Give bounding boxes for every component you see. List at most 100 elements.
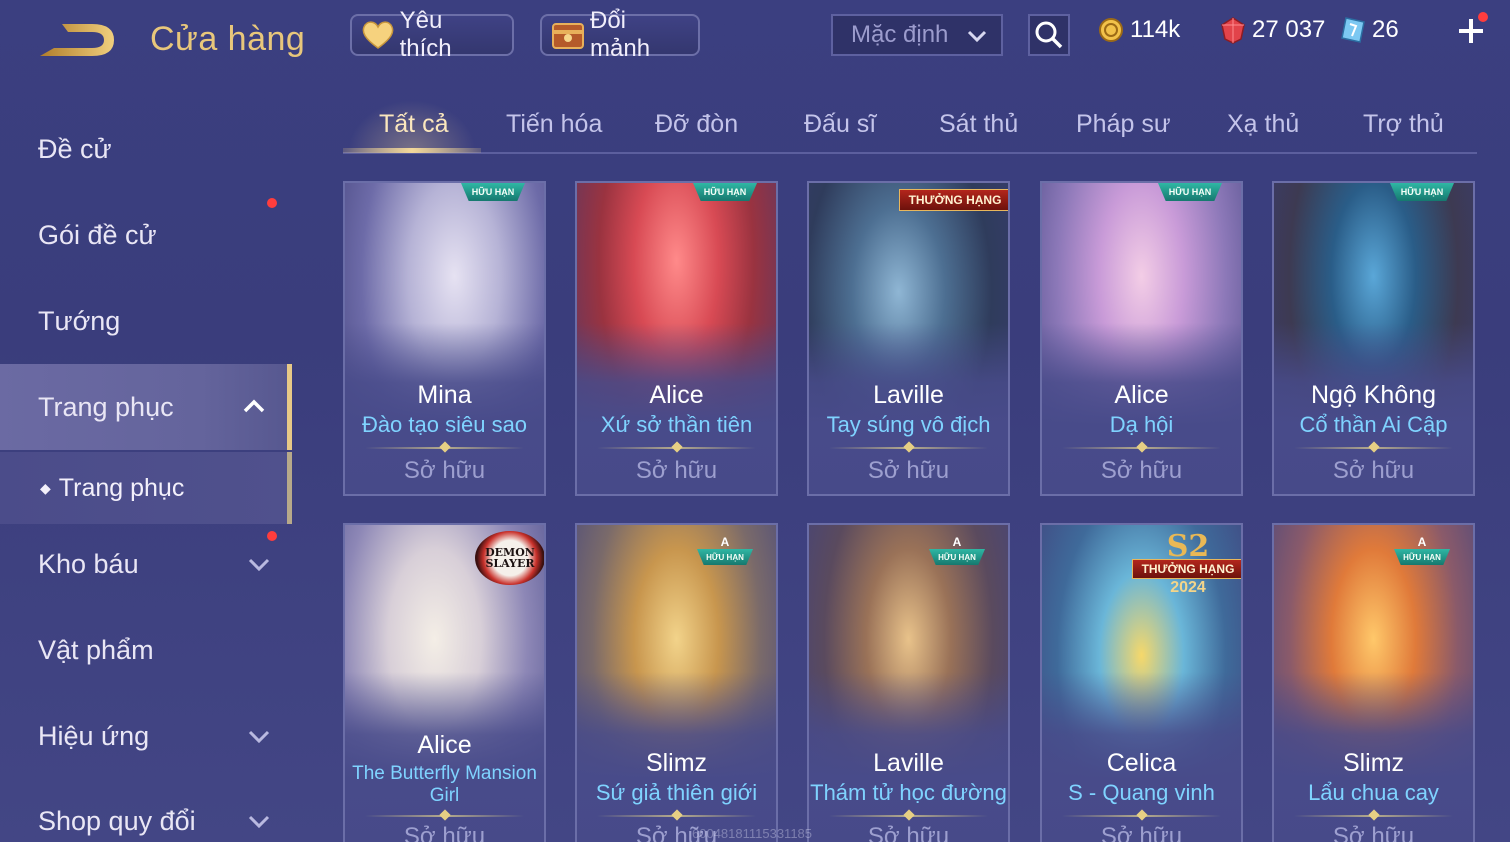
skin-card[interactable]: A HỮU HẠN Slimz Sứ giả thiên giới Sở hữu (575, 523, 778, 842)
skin-name: Dạ hội (1109, 412, 1174, 437)
sidebar-item-label: Tướng (38, 305, 121, 336)
sidebar-item-recommended-packs[interactable]: Gói đề cử (0, 192, 292, 278)
skin-name: Tay súng vô địch (826, 412, 991, 437)
sidebar-item-effects[interactable]: Hiệu ứng (0, 693, 292, 779)
skin-card[interactable]: S2 THƯỞNG HẠNG 2024 Celica S - Quang vin… (1040, 523, 1243, 842)
owned-status: Sở hữu (1332, 457, 1415, 484)
sidebar-item-label: Trang phục (58, 473, 185, 502)
grade-a-badge: A HỮU HẠN (1394, 535, 1450, 567)
exchange-label: Đổi mảnh (590, 7, 651, 62)
season-ranked-badge: S2 THƯỞNG HẠNG 2024 (1132, 529, 1241, 599)
user-id-watermark: 60048181115331185 (692, 826, 813, 841)
ranked-reward-badge: THƯỞNG HẠNG (899, 189, 1008, 211)
tab-fighter[interactable]: Đấu sĩ (804, 110, 876, 139)
voucher-amount: 26 (1372, 16, 1399, 43)
sidebar-item-recommended[interactable]: Đề cử (0, 106, 292, 192)
sort-value: Mặc định (851, 21, 949, 48)
sidebar-item-items[interactable]: Vật phẩm (0, 607, 292, 693)
skin-card[interactable]: DEMON SLAYER Alice The Butterfly Mansion… (343, 523, 546, 842)
sidebar: Đề cử Gói đề cử Tướng Trang phục ◆ Trang… (0, 100, 292, 842)
owned-status: Sở hữu (1332, 823, 1415, 842)
active-tab-underline (343, 148, 481, 153)
top-bar: Cửa hàng Yêu thích Đổi mảnh Mặc định 114… (0, 0, 1510, 72)
skin-name: Xứ sở thần tiên (600, 412, 753, 437)
sidebar-item-label: Kho báu (38, 548, 139, 579)
chevron-down-icon (248, 815, 270, 829)
sidebar-subitem-skins[interactable]: ◆ Trang phục (0, 452, 292, 524)
hero-name: Celica (1106, 749, 1177, 777)
gold-amount: 114k (1130, 16, 1181, 43)
search-button[interactable] (1028, 14, 1070, 56)
hero-name: Alice (1114, 381, 1169, 409)
owned-status: Sở hữu (867, 823, 950, 842)
limited-badge: HỮU HẠN (1390, 183, 1454, 201)
favorite-label: Yêu thích (399, 7, 452, 62)
chest-icon (550, 18, 586, 52)
exchange-fragments-button[interactable]: Đổi mảnh (540, 7, 700, 62)
grade-a-badge: A HỮU HẠN (929, 535, 985, 567)
hero-name: Ngộ Không (1310, 381, 1437, 409)
notification-dot (267, 198, 277, 208)
limited-badge: HỮU HẠN (461, 183, 525, 201)
back-arrow-icon[interactable] (36, 18, 118, 62)
skin-card[interactable]: A HỮU HẠN Laville Thám tử học đường Sở h… (807, 523, 1010, 842)
sidebar-item-label: Trang phục (38, 391, 174, 422)
tab-marksman[interactable]: Xạ thủ (1227, 110, 1299, 139)
skin-card[interactable]: HỮU HẠN Ngộ Không Cổ thần Ai Cập Sở hữu (1272, 181, 1475, 496)
grade-a-badge: A HỮU HẠN (697, 535, 753, 567)
limited-badge: HỮU HẠN (693, 183, 757, 201)
owned-status: Sở hữu (635, 457, 718, 484)
chevron-up-icon (243, 399, 265, 413)
chevron-down-icon (248, 558, 270, 572)
gold-coin-icon (1099, 18, 1123, 42)
search-icon (1035, 21, 1063, 49)
sidebar-item-label: Hiệu ứng (38, 720, 150, 751)
page-title: Cửa hàng (150, 20, 306, 58)
favorite-button[interactable]: Yêu thích (350, 7, 514, 62)
skin-card[interactable]: HỮU HẠN Alice Xứ sở thần tiên Sở hữu (575, 181, 778, 496)
tab-support[interactable]: Trợ thủ (1363, 110, 1444, 139)
sidebar-item-heroes[interactable]: Tướng (0, 278, 292, 364)
hero-name: Alice (417, 731, 472, 759)
skin-name: Lẩu chua cay (1308, 780, 1439, 805)
demon-slayer-logo: DEMON SLAYER (475, 531, 544, 585)
skin-card[interactable]: A HỮU HẠN Slimz Lẩu chua cay Sở hữu (1272, 523, 1475, 842)
tab-assassin[interactable]: Sát thủ (939, 110, 1018, 139)
hero-name: Laville (873, 749, 944, 777)
skin-name: Sứ giả thiên giới (595, 780, 758, 805)
sidebar-item-label: Đề cử (38, 133, 112, 164)
skin-card[interactable]: HỮU HẠN Alice Dạ hội Sở hữu (1040, 181, 1243, 496)
hero-name: Laville (873, 381, 944, 409)
voucher-ticket-icon (1341, 17, 1365, 43)
hero-name: Mina (417, 381, 472, 409)
sidebar-item-skins[interactable]: Trang phục (0, 364, 292, 450)
hero-name: Slimz (1342, 749, 1405, 777)
hero-name: Slimz (645, 749, 708, 777)
sidebar-item-treasure[interactable]: Kho báu (0, 521, 292, 607)
skin-grid: HỮU HẠN Mina Đào tạo siêu sao Sở hữu HỮU… (343, 181, 1477, 842)
owned-status: Sở hữu (403, 823, 486, 842)
tab-evolution[interactable]: Tiến hóa (506, 110, 602, 139)
gold-currency: 114k (1098, 16, 1180, 44)
notification-dot (267, 531, 277, 541)
skin-name: Thám tử học đường (810, 780, 1007, 805)
sidebar-item-label: Vật phẩm (38, 634, 154, 665)
category-tabs: Tất cả Tiến hóa Đỡ đòn Đấu sĩ Sát thủ Ph… (343, 96, 1477, 154)
heart-icon (360, 18, 396, 52)
owned-status: Sở hữu (867, 457, 950, 484)
notification-dot (1478, 12, 1488, 22)
skin-card[interactable]: HỮU HẠN Mina Đào tạo siêu sao Sở hữu (343, 181, 546, 496)
sort-dropdown[interactable]: Mặc định (831, 14, 1003, 56)
ruby-amount: 27 037 (1252, 16, 1326, 43)
owned-status: Sở hữu (403, 457, 486, 484)
voucher-currency: 26 (1340, 16, 1399, 44)
tab-mage[interactable]: Pháp sư (1076, 110, 1171, 139)
skin-card[interactable]: THƯỞNG HẠNG Laville Tay súng vô địch Sở … (807, 181, 1010, 496)
tab-all[interactable]: Tất cả (379, 110, 448, 139)
skin-name: The Butterfly Mansion Girl (352, 763, 537, 806)
sidebar-item-exchange-shop[interactable]: Shop quy đổi (0, 778, 292, 842)
tab-tank[interactable]: Đỡ đòn (655, 110, 738, 139)
skin-name: S - Quang vinh (1068, 780, 1215, 805)
skin-name: Cổ thần Ai Cập (1299, 412, 1448, 437)
ruby-currency: 27 037 (1220, 16, 1325, 44)
